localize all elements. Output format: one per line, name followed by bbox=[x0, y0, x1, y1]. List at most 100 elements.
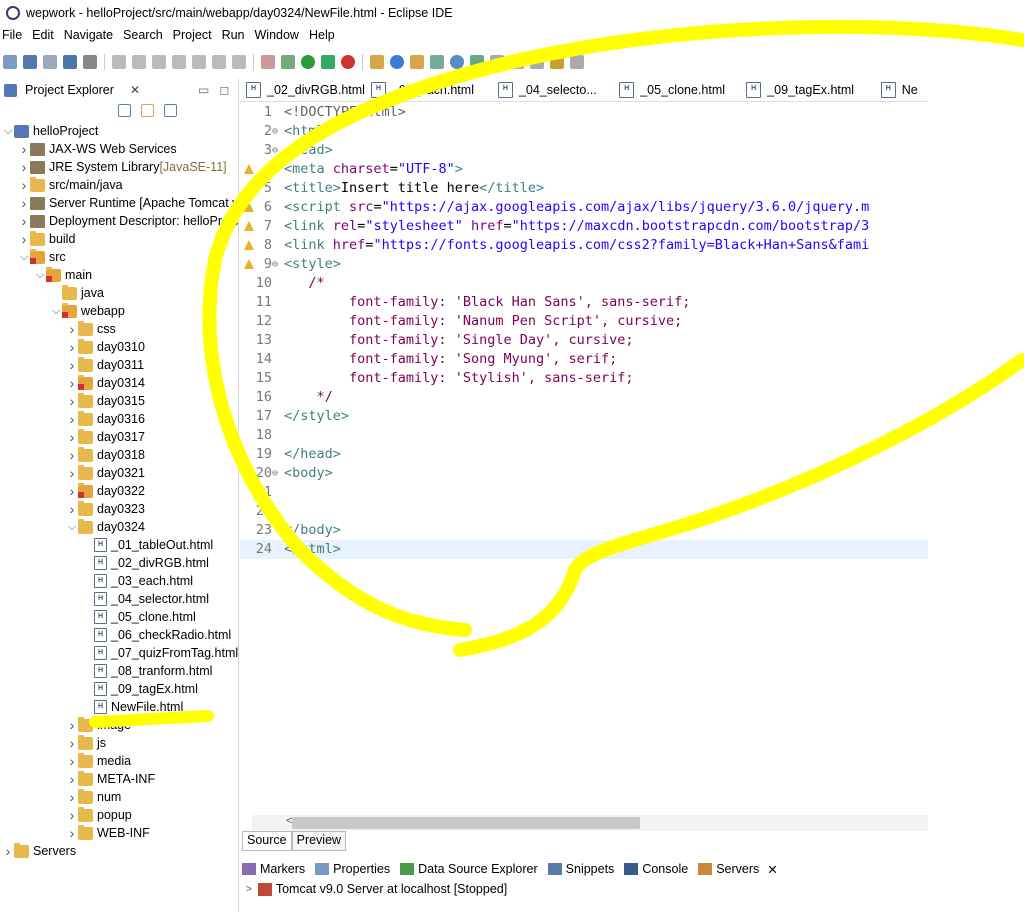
tree-folder-item[interactable]: ⌵ webapp bbox=[50, 302, 125, 320]
tab-data-source-explorer[interactable]: Data Source Explorer bbox=[400, 862, 538, 876]
suspend-icon[interactable] bbox=[132, 55, 146, 69]
view-menu-icon[interactable] bbox=[187, 104, 200, 117]
tree-file-item[interactable]: H _04_selector.html bbox=[82, 590, 209, 608]
chevron-right-icon[interactable]: › bbox=[66, 807, 78, 823]
fold-icon[interactable]: ⊖ bbox=[272, 122, 278, 141]
tree-folder-item[interactable]: › JAX-WS Web Services bbox=[18, 140, 177, 158]
tree-folder-item[interactable]: › day0314 bbox=[66, 374, 145, 392]
tree-file-item[interactable]: H _02_divRGB.html bbox=[82, 554, 209, 572]
debug-icon[interactable] bbox=[281, 55, 295, 69]
chevron-right-icon[interactable]: › bbox=[66, 753, 78, 769]
link-editor-icon[interactable] bbox=[141, 104, 154, 117]
tree-folder-item[interactable]: › day0322 bbox=[66, 482, 145, 500]
stop-server-icon[interactable] bbox=[341, 55, 355, 69]
menu-window[interactable]: Window bbox=[253, 28, 307, 46]
chevron-right-icon[interactable]: › bbox=[66, 411, 78, 427]
new-class-icon[interactable] bbox=[390, 55, 404, 69]
chevron-down-icon[interactable]: ⌵ bbox=[34, 269, 46, 282]
format-icon[interactable] bbox=[261, 55, 275, 69]
tab-servers[interactable]: Servers ✕ bbox=[698, 862, 778, 877]
chevron-right-icon[interactable]: › bbox=[18, 195, 30, 211]
tree-file-item[interactable]: H NewFile.html bbox=[82, 698, 183, 716]
new-server-icon[interactable] bbox=[370, 55, 384, 69]
menu-file[interactable]: File bbox=[0, 28, 30, 46]
menu-edit[interactable]: Edit bbox=[30, 28, 62, 46]
chevron-right-icon[interactable]: › bbox=[66, 483, 78, 499]
close-icon[interactable]: ✕ bbox=[130, 83, 140, 97]
stop-icon[interactable] bbox=[152, 55, 166, 69]
chevron-right-icon[interactable]: › bbox=[18, 213, 30, 229]
tree-folder-item[interactable]: › num bbox=[66, 788, 121, 806]
editor-tab[interactable]: H _04_selecto... bbox=[492, 82, 613, 98]
chevron-right-icon[interactable]: › bbox=[66, 393, 78, 409]
editor-tab[interactable]: H _03_each.html bbox=[365, 82, 492, 98]
run-coverage-icon[interactable] bbox=[321, 55, 335, 69]
tab-console[interactable]: Console bbox=[624, 862, 688, 876]
tree-file-item[interactable]: H _09_tagEx.html bbox=[82, 680, 198, 698]
next-annotation-icon[interactable] bbox=[490, 55, 504, 69]
tree-folder-item[interactable]: › Server Runtime [Apache Tomcat v bbox=[18, 194, 239, 212]
save-all-icon[interactable] bbox=[43, 55, 57, 69]
tree-folder-item[interactable]: › day0311 bbox=[66, 356, 144, 374]
server-row[interactable]: > Tomcat v9.0 Server at localhost [Stopp… bbox=[246, 882, 507, 896]
tree-folder-item[interactable]: › media bbox=[66, 752, 131, 770]
tree-file-item[interactable]: H _01_tableOut.html bbox=[82, 536, 213, 554]
project-explorer-title[interactable]: Project Explorer bbox=[25, 83, 114, 97]
editor-tab[interactable]: H _02_divRGB.html bbox=[240, 82, 365, 98]
chevron-right-icon[interactable]: › bbox=[18, 141, 30, 157]
collapse-all-icon[interactable] bbox=[118, 104, 131, 117]
open-type-icon[interactable] bbox=[410, 55, 424, 69]
chevron-right-icon[interactable]: › bbox=[18, 177, 30, 193]
tree-folder-item[interactable]: › day0318 bbox=[66, 446, 145, 464]
chevron-right-icon[interactable]: › bbox=[66, 735, 78, 751]
tree-folder-item[interactable]: › day0323 bbox=[66, 500, 145, 518]
chevron-right-icon[interactable]: > bbox=[246, 884, 252, 895]
horizontal-scrollbar[interactable]: < bbox=[252, 815, 928, 831]
tab-properties[interactable]: Properties bbox=[315, 862, 390, 876]
globe-icon[interactable] bbox=[450, 55, 464, 69]
tree-folder-item[interactable]: › css bbox=[66, 320, 116, 338]
chevron-right-icon[interactable]: › bbox=[66, 429, 78, 445]
search-icon[interactable] bbox=[470, 55, 484, 69]
chevron-down-icon[interactable]: ⌵ bbox=[66, 521, 78, 534]
menu-help[interactable]: Help bbox=[307, 28, 343, 46]
disconnect-icon[interactable] bbox=[172, 55, 186, 69]
chevron-right-icon[interactable]: › bbox=[66, 501, 78, 517]
run-icon[interactable] bbox=[301, 55, 315, 69]
chevron-right-icon[interactable]: › bbox=[66, 321, 78, 337]
step-return-icon[interactable] bbox=[232, 55, 246, 69]
tree-file-item[interactable]: H _06_checkRadio.html bbox=[82, 626, 231, 644]
prev-annotation-icon[interactable] bbox=[510, 55, 524, 69]
chevron-right-icon[interactable]: › bbox=[18, 159, 30, 175]
minimize-icon[interactable]: ▭ bbox=[198, 83, 209, 97]
tree-folder-item[interactable]: › META-INF bbox=[66, 770, 155, 788]
chevron-right-icon[interactable]: › bbox=[66, 825, 78, 841]
new-icon[interactable] bbox=[3, 55, 17, 69]
filter-icon[interactable] bbox=[164, 104, 177, 117]
tree-folder-item[interactable]: › build bbox=[18, 230, 75, 248]
tree-folder-item[interactable]: ⌵ day0324 bbox=[66, 518, 145, 536]
tab-snippets[interactable]: Snippets bbox=[547, 862, 614, 876]
tree-folder-item[interactable]: › popup bbox=[66, 806, 132, 824]
chevron-down-icon[interactable]: ⌵ bbox=[18, 251, 30, 264]
tree-file-item[interactable]: H _05_clone.html bbox=[82, 608, 196, 626]
chevron-right-icon[interactable]: › bbox=[66, 447, 78, 463]
tree-folder-item[interactable]: › day0316 bbox=[66, 410, 145, 428]
back-icon[interactable] bbox=[550, 55, 564, 69]
tree-folder-item[interactable]: › Deployment Descriptor: helloProje bbox=[18, 212, 239, 230]
code-editor[interactable]: 1 <!DOCTYPE html> 2 ⊖ <html> 3 ⊖ <head> 4 <meta c… bbox=[240, 102, 928, 817]
chevron-right-icon[interactable]: › bbox=[66, 339, 78, 355]
chevron-right-icon[interactable]: › bbox=[2, 843, 14, 859]
chevron-right-icon[interactable]: › bbox=[66, 357, 78, 373]
tree-folder-item[interactable]: › Servers bbox=[2, 842, 76, 860]
tree-folder-item[interactable]: › js bbox=[66, 734, 106, 752]
tree-folder-item[interactable]: › day0310 bbox=[66, 338, 145, 356]
scroll-thumb[interactable] bbox=[292, 817, 640, 829]
tab-markers[interactable]: Markers bbox=[242, 862, 305, 876]
tree-folder-item[interactable]: ⌵ src bbox=[18, 248, 66, 266]
tree-folder-item[interactable]: › WEB-INF bbox=[66, 824, 150, 842]
tree-folder-item[interactable]: › day0317 bbox=[66, 428, 145, 446]
maximize-icon[interactable]: ◻ bbox=[219, 83, 229, 97]
editor-tab[interactable]: H _09_tagEx.html bbox=[740, 82, 875, 98]
open-task-icon[interactable] bbox=[430, 55, 444, 69]
